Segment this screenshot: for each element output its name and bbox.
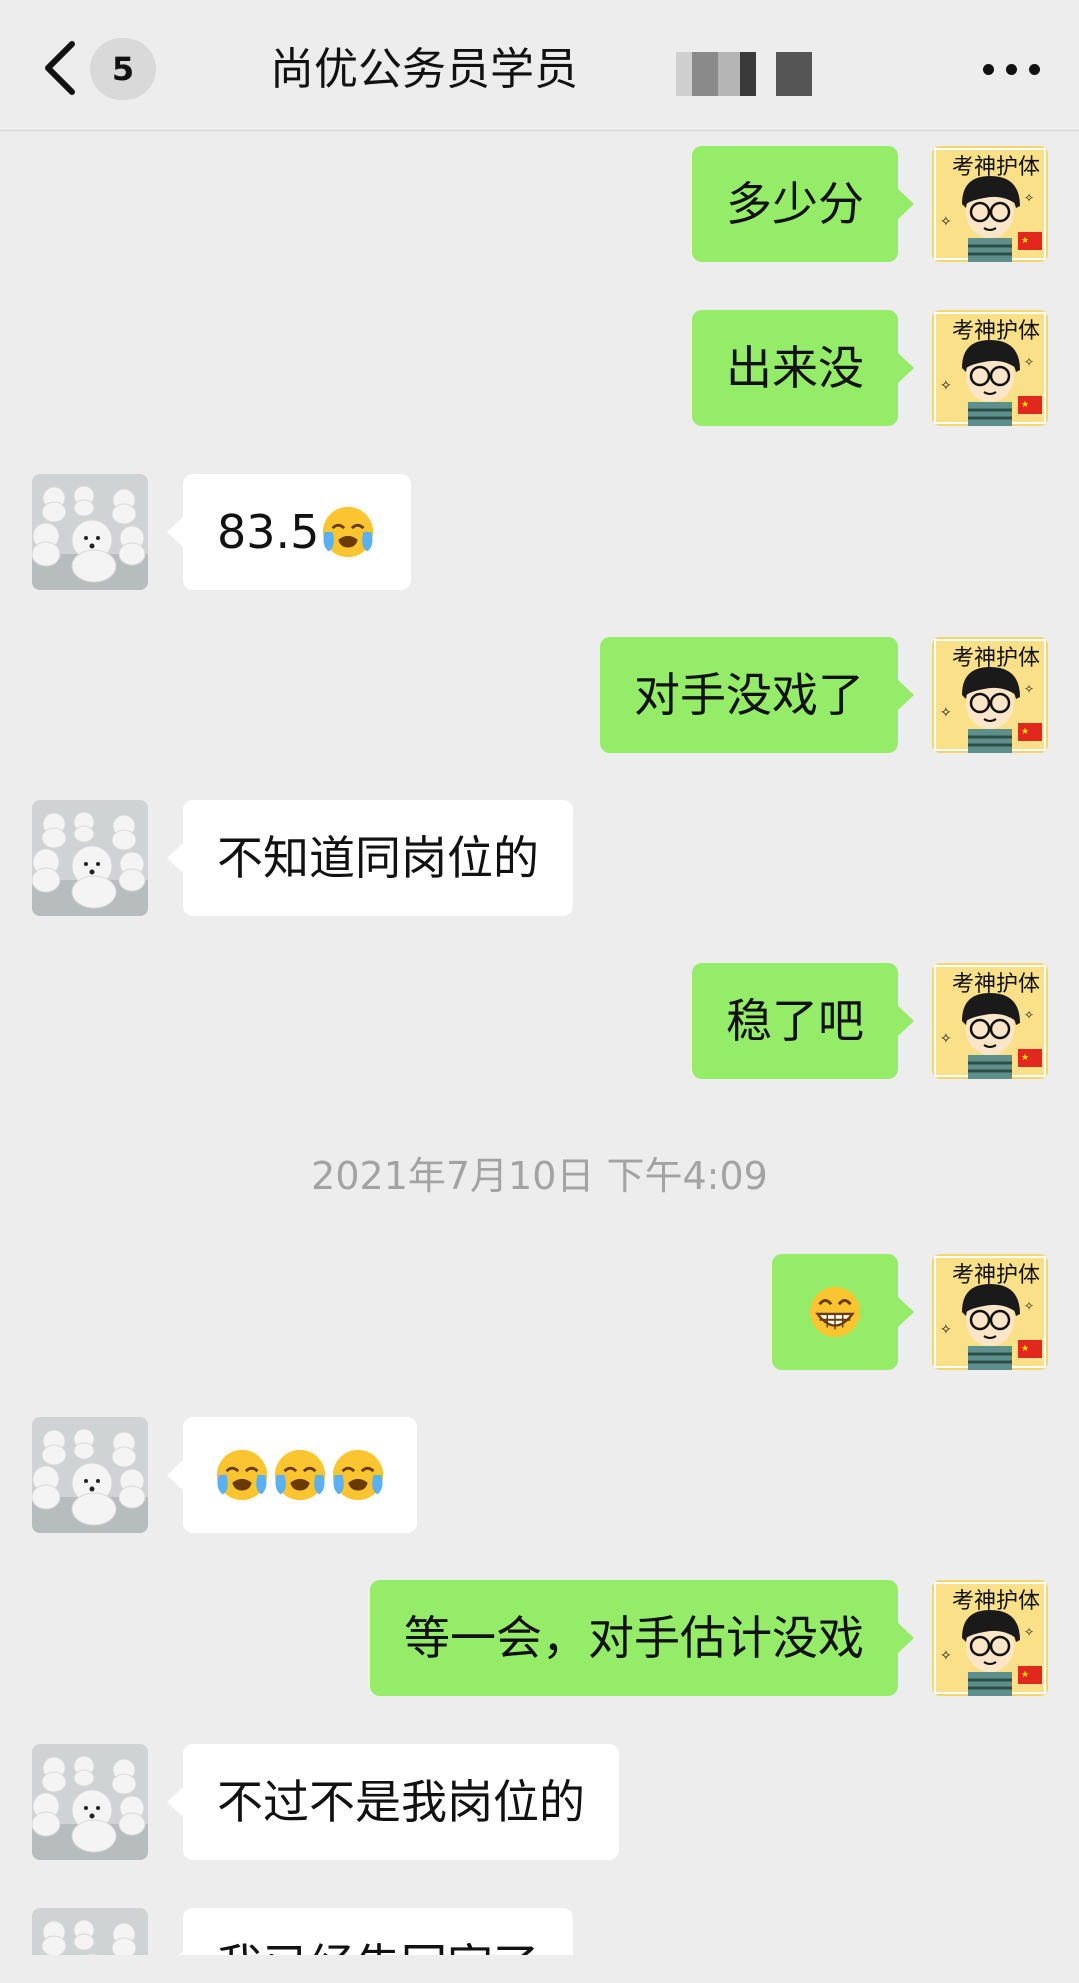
more-options-button[interactable] — [977, 44, 1047, 94]
redacted-name-block — [676, 52, 692, 96]
redacted-name-block — [692, 52, 718, 96]
self-avatar-icon[interactable] — [932, 963, 1048, 1079]
self-avatar-icon[interactable] — [932, 1254, 1048, 1370]
message-bubble-other[interactable]: 不过不是我岗位的 — [167, 1744, 619, 1860]
loudly-crying-face-icon — [329, 1446, 387, 1504]
redacted-name-block — [718, 52, 740, 96]
grinning-face-icon — [806, 1283, 864, 1341]
message-bubble-other[interactable]: 83.5 — [166, 474, 412, 590]
other-avatar-icon[interactable] — [32, 474, 148, 590]
chevron-left-icon — [45, 41, 75, 95]
screen-bottom-edge — [0, 1955, 1079, 1983]
loudly-crying-face-icon — [213, 1446, 271, 1504]
message-bubble-other[interactable]: 不知道同岗位的 — [167, 800, 573, 916]
chat-header: 5 尚优公务员学员 — [0, 0, 1079, 131]
other-avatar-icon[interactable] — [32, 1417, 148, 1533]
self-avatar-icon[interactable] — [932, 146, 1048, 262]
message-bubble-other[interactable] — [167, 1417, 417, 1533]
self-avatar-icon[interactable] — [932, 310, 1048, 426]
other-avatar-icon[interactable] — [32, 1744, 148, 1860]
message-bubble-self[interactable]: 等一会，对手估计没戏 — [370, 1580, 914, 1696]
loudly-crying-face-icon — [271, 1446, 329, 1504]
redacted-name-block — [776, 52, 812, 96]
redacted-name-block — [740, 52, 756, 96]
other-avatar-icon[interactable] — [32, 800, 148, 916]
message-bubble-self[interactable]: 出来没 — [692, 310, 914, 426]
chat-screen: 5 尚优公务员学员 考神护体 — [0, 0, 1079, 1983]
message-bubble-self[interactable] — [772, 1254, 914, 1370]
loudly-crying-face-icon — [319, 503, 377, 561]
more-dots-icon — [983, 64, 994, 75]
chat-timestamp: 2021年7月10日 下午4:09 — [311, 1154, 768, 1198]
message-bubble-self[interactable]: 对手没戏了 — [600, 637, 914, 753]
self-avatar-icon[interactable] — [932, 1580, 1048, 1696]
self-avatar-icon[interactable] — [932, 637, 1048, 753]
chat-title: 尚优公务员学员 — [270, 44, 578, 95]
message-bubble-self[interactable]: 多少分 — [692, 146, 914, 262]
message-text: 83.5 — [217, 505, 320, 559]
unread-count-badge[interactable]: 5 — [90, 38, 156, 100]
message-bubble-self[interactable]: 稳了吧 — [692, 963, 914, 1079]
back-button[interactable] — [38, 38, 86, 98]
